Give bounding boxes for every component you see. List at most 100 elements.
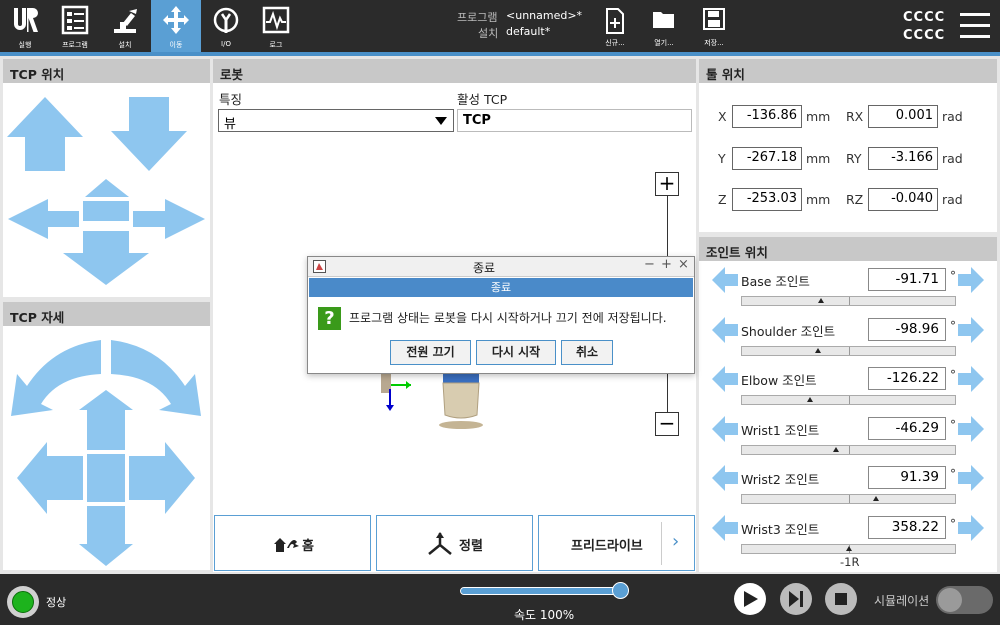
hamburger-menu-icon[interactable] bbox=[960, 12, 990, 38]
new-button[interactable]: 신규... bbox=[592, 4, 638, 50]
speed-slider-track[interactable] bbox=[460, 587, 628, 595]
tilt-left-arrow-icon[interactable] bbox=[17, 442, 83, 514]
tilt-up-arrow-icon[interactable] bbox=[79, 390, 133, 450]
orientation-center-block bbox=[87, 454, 125, 502]
nav-log[interactable]: 로그 bbox=[251, 0, 301, 52]
open-button[interactable]: 열기... bbox=[641, 4, 687, 50]
joint-increase-arrow-icon[interactable] bbox=[958, 514, 984, 541]
step-button[interactable] bbox=[780, 583, 812, 615]
tool-rx-label: RX bbox=[846, 109, 864, 124]
joint-marker bbox=[832, 446, 839, 452]
joint-decrease-arrow-icon[interactable] bbox=[712, 267, 738, 293]
feature-select[interactable]: 뷰 bbox=[218, 109, 454, 132]
zoom-in-button[interactable]: + bbox=[655, 172, 679, 196]
nav-run[interactable]: 실행 bbox=[0, 0, 50, 52]
tcp-left-arrow-icon[interactable] bbox=[8, 199, 79, 239]
joint-increase-arrow-icon[interactable] bbox=[958, 415, 984, 442]
tool-y-label: Y bbox=[718, 151, 726, 166]
speed-slider-handle[interactable] bbox=[612, 582, 629, 599]
nav-program[interactable]: 프로그램 bbox=[50, 0, 100, 52]
nav-log-label: 로그 bbox=[269, 41, 283, 49]
tool-x-field[interactable]: -136.86 bbox=[732, 105, 802, 128]
tool-z-unit: mm bbox=[806, 192, 831, 207]
joint-marker bbox=[817, 298, 824, 303]
joint-slider-center-tick bbox=[848, 495, 850, 503]
joint-value-field[interactable]: 91.39 bbox=[868, 466, 946, 489]
nav-move[interactable]: 이동 bbox=[151, 0, 201, 52]
status-label: 정상 bbox=[46, 596, 67, 609]
maximize-icon[interactable]: + bbox=[661, 257, 672, 272]
joint-decrease-arrow-icon[interactable] bbox=[712, 465, 738, 491]
open-label: 열기... bbox=[654, 39, 674, 47]
degree-unit: ° bbox=[950, 318, 956, 333]
align-button[interactable]: 정렬 bbox=[376, 515, 533, 571]
joint-decrease-arrow-icon[interactable] bbox=[712, 514, 738, 541]
play-button[interactable] bbox=[734, 583, 766, 615]
tilt-right-arrow-icon[interactable] bbox=[129, 442, 195, 514]
joint-range-slider bbox=[741, 395, 956, 405]
tool-y-field[interactable]: -267.18 bbox=[732, 147, 802, 170]
tool-position-title: 툴 위치 bbox=[699, 59, 997, 83]
minimize-icon[interactable]: − bbox=[644, 257, 655, 272]
tilt-down-arrow-icon[interactable] bbox=[79, 506, 133, 566]
active-tcp-field[interactable]: TCP bbox=[457, 109, 692, 132]
nav-installation[interactable]: 설치 bbox=[100, 0, 150, 52]
joint-name: Wrist3 조인트 bbox=[741, 521, 820, 537]
tool-rz-field[interactable]: -0.040 bbox=[868, 188, 938, 211]
joint-increase-arrow-icon[interactable] bbox=[958, 366, 984, 392]
status-ok-icon bbox=[12, 591, 34, 613]
joint-increase-arrow-icon[interactable] bbox=[958, 267, 984, 293]
tool-rx-field[interactable]: 0.001 bbox=[868, 105, 938, 128]
stop-button[interactable] bbox=[825, 583, 857, 615]
folder-icon bbox=[653, 12, 674, 28]
close-icon[interactable]: × bbox=[678, 257, 689, 272]
joint-value-field[interactable]: -91.71 bbox=[868, 268, 946, 291]
joint-value-field[interactable]: -98.96 bbox=[868, 317, 946, 341]
joint-value-field[interactable]: -46.29 bbox=[868, 416, 946, 440]
home-button[interactable]: 홈 bbox=[214, 515, 371, 571]
simulation-toggle[interactable] bbox=[936, 586, 993, 614]
power-off-button[interactable]: 전원 끄기 bbox=[390, 340, 471, 365]
tool-rx-unit: rad bbox=[942, 109, 963, 124]
robot-title: 로봇 bbox=[213, 59, 696, 83]
degree-unit: ° bbox=[950, 368, 956, 382]
restart-button[interactable]: 다시 시작 bbox=[476, 340, 556, 365]
tcp-backward-arrow-icon[interactable] bbox=[63, 231, 149, 285]
speed-label: 속도 100% bbox=[514, 608, 575, 622]
io-icon bbox=[213, 7, 239, 33]
freedrive-button[interactable]: 프리드라이브 › bbox=[538, 515, 695, 571]
joint-decrease-arrow-icon[interactable] bbox=[712, 415, 738, 442]
degree-unit: ° bbox=[950, 467, 956, 481]
program-icon bbox=[61, 5, 89, 35]
status-indicator[interactable] bbox=[7, 586, 39, 618]
stop-icon bbox=[835, 593, 847, 605]
simulation-label: 시뮬레이션 bbox=[874, 594, 930, 608]
tool-y-unit: mm bbox=[806, 151, 831, 166]
joint-value-field[interactable]: -126.22 bbox=[868, 367, 946, 390]
save-button[interactable]: 저장... bbox=[691, 4, 737, 50]
tool-ry-field[interactable]: -3.166 bbox=[868, 147, 938, 170]
tool-z-field[interactable]: -253.03 bbox=[732, 188, 802, 211]
joint-decrease-arrow-icon[interactable] bbox=[712, 316, 738, 343]
question-icon: ? bbox=[318, 307, 341, 330]
tcp-orientation-panel: TCP 자세 bbox=[3, 302, 210, 570]
joint-name: Elbow 조인트 bbox=[741, 373, 817, 388]
joint-range-slider bbox=[741, 494, 956, 504]
joint-value-field[interactable]: 358.22 bbox=[868, 515, 946, 539]
tcp-forward-arrow-icon[interactable] bbox=[85, 179, 129, 197]
cancel-button[interactable]: 취소 bbox=[561, 340, 613, 365]
tool-ry-unit: rad bbox=[942, 151, 963, 166]
tcp-right-arrow-icon[interactable] bbox=[133, 199, 205, 239]
joint-increase-arrow-icon[interactable] bbox=[958, 465, 984, 491]
joint-decrease-arrow-icon[interactable] bbox=[712, 366, 738, 392]
tcp-position-title: TCP 위치 bbox=[3, 59, 210, 83]
tcp-down-arrow-icon[interactable] bbox=[111, 97, 187, 171]
joint-increase-arrow-icon[interactable] bbox=[958, 316, 984, 343]
nav-io[interactable]: I/O bbox=[201, 0, 251, 52]
joint-row: Wrist2 조인트 91.39 ° bbox=[699, 463, 997, 511]
tcp-up-arrow-icon[interactable] bbox=[7, 97, 83, 171]
tool-z-label: Z bbox=[718, 192, 727, 207]
active-tcp-label: 활성 TCP bbox=[457, 92, 508, 107]
zoom-out-button[interactable]: − bbox=[655, 412, 679, 436]
install-value: default* bbox=[506, 25, 551, 38]
